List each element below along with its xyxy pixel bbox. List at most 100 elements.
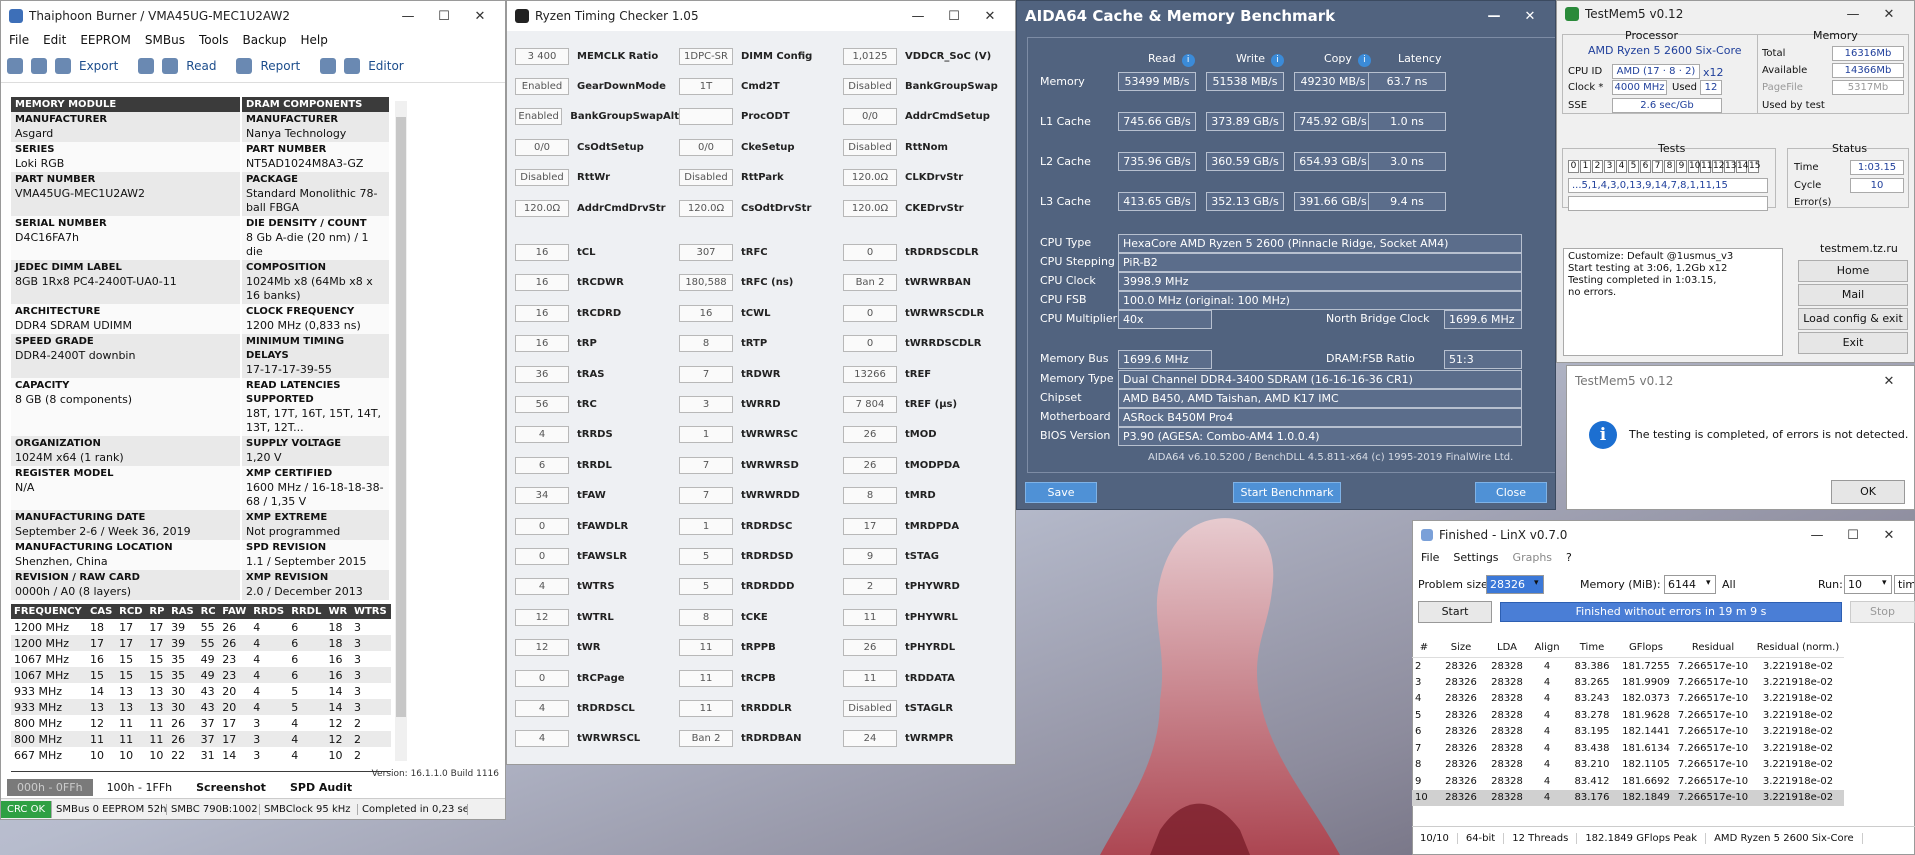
tab-000h[interactable]: 000h - 0FFh: [7, 779, 93, 796]
rtc-value: 8: [679, 608, 733, 626]
results-row[interactable]: 4 28326 28328 4 83.243 182.0373 7.266517e-10 3.…: [1412, 691, 1844, 708]
close-icon[interactable]: ✕: [1872, 374, 1906, 389]
close-button[interactable]: Close: [1475, 482, 1547, 503]
linx-menu-graphs[interactable]: Graphs: [1513, 551, 1552, 564]
ok-button[interactable]: OK: [1831, 480, 1905, 504]
results-row[interactable]: 6 28326 28328 4 83.195 182.1441 7.266517e-10 3.…: [1412, 724, 1844, 741]
rtc-value: 0: [515, 547, 569, 565]
lock-icon[interactable]: [138, 57, 155, 74]
memory-title: Memory: [1813, 29, 1858, 42]
close-icon[interactable]: ✕: [1872, 528, 1906, 543]
spd-value: D4C16FA7h: [15, 231, 79, 244]
info-icon[interactable]: i: [1357, 54, 1371, 67]
results-cell: 7.266517e-10: [1677, 676, 1749, 688]
report-button[interactable]: Report: [260, 59, 300, 73]
cycle-field: 10: [1850, 178, 1904, 193]
minimize-icon[interactable]: —: [901, 9, 935, 24]
load-config-exit-button[interactable]: Load config & exit: [1798, 308, 1908, 330]
maximize-icon[interactable]: ☐: [937, 9, 971, 24]
rtc-cell: 1 tRDRDSC: [679, 517, 843, 535]
chevron-down-icon[interactable]: ▾: [1534, 578, 1539, 588]
freq-cell: 12: [328, 716, 343, 730]
info-icon[interactable]: i: [1271, 54, 1285, 67]
rtc-window[interactable]: Ryzen Timing Checker 1.05 — ☐ ✕ 3 400 MEMCL…: [506, 0, 1016, 765]
tab-screenshot[interactable]: Screenshot: [186, 779, 276, 796]
aida-col-label: Copy: [1324, 52, 1352, 65]
spd-cell: PACKAGE Standard Monolithic 78-ball FBGA: [241, 172, 391, 216]
results-row[interactable]: 2 28326 28328 4 83.386 181.7255 7.266517e-10 3.…: [1412, 658, 1844, 675]
rtc-cell: 120.0Ω CKEDrvStr: [843, 199, 1007, 217]
menu-edit[interactable]: Edit: [43, 33, 66, 47]
menu-eeprom[interactable]: EEPROM: [80, 33, 131, 47]
close-icon[interactable]: ✕: [463, 9, 497, 24]
menu-smbus[interactable]: SMBus: [145, 33, 185, 47]
linx-menu-settings[interactable]: Settings: [1453, 551, 1498, 564]
minimize-icon[interactable]: —: [1800, 528, 1834, 543]
chevron-down-icon[interactable]: ▾: [1706, 578, 1711, 588]
test-number: 10: [1688, 160, 1701, 173]
spd-value: 1600 MHz / 16-18-18-38-68 / 1,35 V: [246, 481, 384, 508]
spd-value: 8 GB (8 components): [15, 393, 133, 406]
dialog-titlebar[interactable]: TestMem5 v0.12 ✕: [1567, 366, 1914, 396]
start-benchmark-button[interactable]: Start Benchmark: [1233, 482, 1341, 503]
save-icon[interactable]: [31, 57, 47, 74]
aida-result: 9.4 ns: [1368, 192, 1446, 211]
tab-100h[interactable]: 100h - 1FFh: [97, 779, 183, 796]
results-row[interactable]: 10 28326 28328 4 83.176 182.1849 7.266517e-10 3…: [1412, 789, 1844, 806]
wrench-icon[interactable]: [320, 57, 337, 74]
minimize-icon[interactable]: —: [1477, 9, 1511, 24]
save-button[interactable]: Save: [1025, 482, 1097, 503]
maximize-icon[interactable]: ☐: [1836, 528, 1870, 543]
testmem5-dialog[interactable]: TestMem5 v0.12 ✕ i The testing is comple…: [1566, 365, 1915, 510]
read-button[interactable]: Read: [186, 59, 216, 73]
rtc-label: tMRDPDA: [905, 520, 960, 532]
thaiphoon-window[interactable]: Thaiphoon Burner / VMA45UG-MEC1U2AW2 — ☐ ✕…: [0, 0, 506, 820]
all-checkbox-label[interactable]: All: [1722, 578, 1736, 591]
menu-help[interactable]: Help: [301, 33, 328, 47]
chevron-down-icon[interactable]: ▾: [1882, 578, 1887, 588]
close-icon[interactable]: ✕: [1513, 9, 1547, 24]
close-icon[interactable]: ✕: [1872, 7, 1906, 22]
thaiphoon-titlebar[interactable]: Thaiphoon Burner / VMA45UG-MEC1U2AW2 — ☐ ✕: [1, 1, 505, 31]
results-cell: 4: [1543, 676, 1551, 688]
menu-backup[interactable]: Backup: [243, 33, 287, 47]
results-row[interactable]: 8 28326 28328 4 83.210 182.1105 7.266517e-10 3.…: [1412, 757, 1844, 774]
linx-titlebar[interactable]: Finished - LinX v0.7.0 — ☐ ✕: [1413, 521, 1914, 549]
mail-button[interactable]: Mail: [1798, 284, 1908, 306]
rtc-timings-grid: 3 400 MEMCLK Ratio 1DPC-SR DIMM Config 1,012…: [515, 41, 1007, 754]
results-row[interactable]: 7 28326 28328 4 83.438 181.6134 7.266517e-10 3.…: [1412, 740, 1844, 757]
linx-menu-file[interactable]: File: [1421, 551, 1439, 564]
aida64-titlebar[interactable]: AIDA64 Cache & Memory Benchmark — ✕: [1017, 1, 1555, 31]
rtc-row: Enabled GearDownMode 1T Cmd2T Disabled BankGr…: [515, 71, 1007, 101]
spd-scroll-thumb[interactable]: [396, 117, 406, 717]
results-cell: 28326: [1445, 759, 1477, 771]
results-row[interactable]: 3 28326 28328 4 83.265 181.9909 7.266517e-10 3.…: [1412, 674, 1844, 691]
info-icon[interactable]: i: [1181, 54, 1195, 67]
results-row[interactable]: 9 28326 28328 4 83.412 181.6692 7.266517e-10 3.…: [1412, 773, 1844, 790]
editor-button[interactable]: Editor: [368, 59, 404, 73]
times-select[interactable]: times: [1894, 575, 1915, 594]
menu-file[interactable]: File: [9, 33, 29, 47]
minimize-icon[interactable]: —: [1836, 7, 1870, 22]
menu-tools[interactable]: Tools: [199, 33, 229, 47]
exit-button[interactable]: Exit: [1798, 332, 1908, 354]
minimize-icon[interactable]: —: [391, 9, 425, 24]
rtc-value: 4: [515, 730, 569, 748]
maximize-icon[interactable]: ☐: [427, 9, 461, 24]
rtc-titlebar[interactable]: Ryzen Timing Checker 1.05 — ☐ ✕: [507, 1, 1015, 31]
results-cell: 4: [1543, 759, 1551, 771]
spd-label: REVISION / RAW CARD: [15, 572, 140, 583]
export-button[interactable]: Export: [79, 59, 118, 73]
results-row[interactable]: 5 28326 28328 4 83.278 181.9628 7.266517e-10 3.…: [1412, 707, 1844, 724]
settings-icon[interactable]: [7, 57, 23, 74]
spd-scrollbar[interactable]: [395, 101, 407, 761]
aida64-window[interactable]: AIDA64 Cache & Memory Benchmark — ✕ Save …: [1016, 0, 1556, 510]
stop-button[interactable]: Stop: [1850, 601, 1915, 623]
start-button[interactable]: Start: [1418, 601, 1492, 623]
home-button[interactable]: Home: [1798, 260, 1908, 282]
tab-spd-audit[interactable]: SPD Audit: [280, 779, 362, 796]
close-icon[interactable]: ✕: [973, 9, 1007, 24]
testmem5-titlebar[interactable]: TestMem5 v0.12 — ✕: [1557, 1, 1914, 27]
linx-menu-help[interactable]: ?: [1566, 551, 1572, 564]
rtc-cell: 0 tWRWRSCDLR: [843, 304, 1007, 322]
